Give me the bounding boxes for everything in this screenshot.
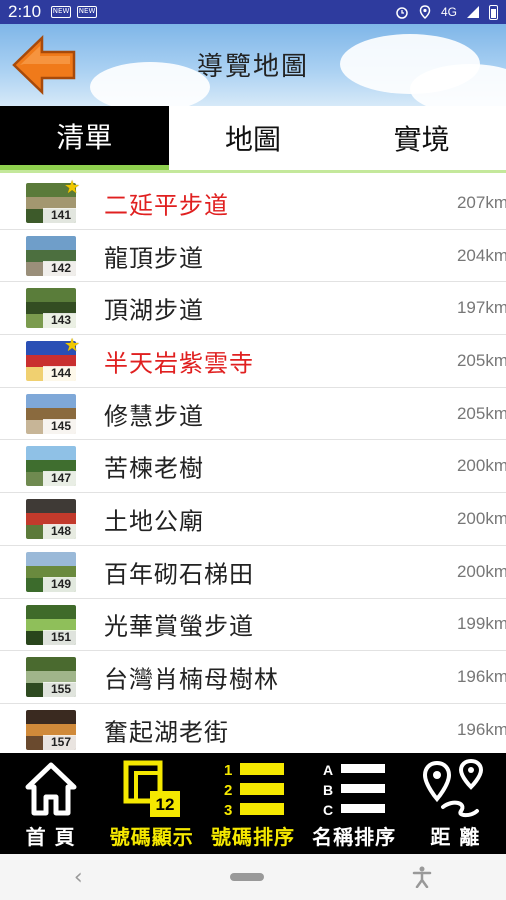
list-item[interactable]: 149 百年砌石梯田 200km bbox=[0, 546, 506, 599]
system-nav-bar: ‹ bbox=[0, 854, 506, 900]
tab-bar: 清單 地圖 實境 bbox=[0, 106, 506, 170]
number-display-button[interactable]: 12 號碼顯示 bbox=[101, 753, 202, 854]
thumbnail-image: 151 bbox=[26, 604, 76, 645]
item-number: 155 bbox=[42, 682, 76, 698]
attraction-list: 141 ★ 二延平步道 207km 142 龍頂步道 204km 143 頂湖步道 197km 14… bbox=[0, 177, 506, 757]
item-distance: 200km bbox=[456, 561, 506, 581]
list-item[interactable]: 157 奮起湖老街 196km bbox=[0, 704, 506, 757]
item-distance: 204km bbox=[456, 245, 506, 265]
number-badge: 12 bbox=[155, 795, 174, 814]
list-item[interactable]: 148 土地公廟 200km bbox=[0, 493, 506, 546]
list-item[interactable]: 144 ★ 半天岩紫雲寺 205km bbox=[0, 335, 506, 388]
sort-letter: C bbox=[323, 802, 333, 818]
thumbnail-image: 145 bbox=[26, 393, 76, 434]
thumbnail-image: 143 bbox=[26, 288, 76, 329]
nav-back-icon[interactable]: ‹ bbox=[74, 865, 83, 890]
thumbnail-image: 149 bbox=[26, 551, 76, 592]
sort-letter: B bbox=[323, 782, 333, 798]
tab-list[interactable]: 清單 bbox=[0, 106, 169, 170]
list-item[interactable]: 142 龍頂步道 204km bbox=[0, 230, 506, 283]
status-bar: 2:10 NEW NEW 4G bbox=[0, 0, 506, 24]
page-title: 導覽地圖 bbox=[196, 52, 309, 82]
tab-divider bbox=[0, 170, 506, 173]
sort-letter: A bbox=[323, 762, 333, 778]
item-distance: 196km bbox=[456, 667, 506, 687]
number-display-label: 號碼顯示 bbox=[109, 825, 194, 849]
item-number: 144 bbox=[42, 366, 76, 382]
item-number: 142 bbox=[42, 260, 76, 276]
location-icon bbox=[419, 5, 431, 19]
number-sort-label: 號碼排序 bbox=[210, 825, 295, 849]
thumbnail-image: 148 bbox=[26, 499, 76, 540]
item-distance: 207km bbox=[456, 192, 506, 212]
distance-icon bbox=[423, 759, 484, 818]
star-icon: ★ bbox=[64, 335, 81, 357]
name-sort-button[interactable]: A B C 名稱排序 bbox=[304, 753, 405, 854]
item-number: 143 bbox=[42, 313, 76, 329]
item-number: 141 bbox=[42, 208, 76, 223]
item-distance: 205km bbox=[456, 403, 506, 423]
item-name: 苦楝老樹 bbox=[104, 454, 204, 483]
tab-live-view[interactable]: 實境 bbox=[337, 106, 506, 170]
item-distance: 200km bbox=[456, 456, 506, 476]
item-name: 百年砌石梯田 bbox=[104, 560, 254, 589]
item-name: 奮起湖老街 bbox=[104, 718, 229, 747]
sort-digit: 2 bbox=[224, 782, 232, 799]
home-label: 首 頁 bbox=[25, 825, 76, 849]
nav-home-icon[interactable] bbox=[230, 873, 265, 881]
list-item[interactable]: 155 台灣肖楠母樹林 196km bbox=[0, 651, 506, 704]
notification-icon: NEW bbox=[77, 6, 98, 18]
list-item[interactable]: 145 修慧步道 205km bbox=[0, 388, 506, 441]
distance-label: 距 離 bbox=[430, 825, 481, 849]
home-icon bbox=[25, 762, 77, 816]
thumbnail-image: 157 bbox=[26, 709, 76, 750]
item-name: 土地公廟 bbox=[104, 507, 204, 536]
star-icon: ★ bbox=[64, 177, 81, 198]
item-name: 頂湖步道 bbox=[104, 296, 204, 325]
item-name: 台灣肖楠母樹林 bbox=[104, 665, 279, 694]
item-number: 145 bbox=[42, 418, 76, 434]
list-item[interactable]: 141 ★ 二延平步道 207km bbox=[0, 177, 506, 230]
item-name: 光華賞螢步道 bbox=[104, 612, 254, 641]
list-item[interactable]: 151 光華賞螢步道 199km bbox=[0, 599, 506, 652]
item-distance: 199km bbox=[456, 614, 506, 634]
item-distance: 205km bbox=[456, 350, 506, 370]
list-item[interactable]: 143 頂湖步道 197km bbox=[0, 282, 506, 336]
number-sort-button[interactable]: 1 2 3 號碼排序 bbox=[202, 753, 303, 854]
sort-digit: 1 bbox=[224, 762, 232, 779]
sort-digit: 3 bbox=[224, 802, 232, 819]
alarm-icon bbox=[396, 7, 408, 19]
battery-icon bbox=[489, 4, 498, 20]
item-number: 149 bbox=[42, 576, 76, 592]
thumbnail-image: 142 bbox=[26, 235, 76, 276]
distance-sort-button[interactable]: 距 離 bbox=[405, 753, 506, 854]
thumbnail-image: 147 bbox=[26, 446, 76, 487]
bottom-toolbar: 首 頁 12 號碼顯示 1 2 3 號碼排序 A B C 名稱排序 距 離 bbox=[0, 753, 506, 854]
item-distance: 200km bbox=[456, 508, 506, 528]
network-type: 4G bbox=[440, 5, 457, 19]
item-number: 151 bbox=[42, 629, 76, 645]
status-time: 2:10 bbox=[8, 2, 42, 21]
item-distance: 196km bbox=[456, 719, 506, 739]
signal-icon bbox=[467, 6, 479, 18]
item-name: 龍頂步道 bbox=[104, 244, 204, 273]
home-button[interactable]: 首 頁 bbox=[0, 753, 101, 854]
accessibility-icon[interactable] bbox=[412, 866, 432, 888]
item-number: 148 bbox=[42, 524, 76, 540]
list-item[interactable]: 147 苦楝老樹 200km bbox=[0, 440, 506, 494]
item-name: 二延平步道 bbox=[104, 191, 229, 220]
tab-map[interactable]: 地圖 bbox=[169, 106, 338, 170]
number-sort-icon: 1 2 3 bbox=[224, 762, 284, 819]
item-name: 修慧步道 bbox=[104, 402, 204, 431]
name-sort-label: 名稱排序 bbox=[312, 825, 397, 849]
notification-icon: NEW bbox=[51, 6, 72, 18]
header: 導覽地圖 bbox=[0, 24, 506, 106]
item-number: 147 bbox=[42, 471, 76, 487]
item-distance: 197km bbox=[456, 298, 506, 318]
thumbnail-image: 155 bbox=[26, 657, 76, 698]
item-name: 半天岩紫雲寺 bbox=[104, 349, 254, 378]
item-number: 157 bbox=[42, 734, 76, 750]
name-sort-icon: A B C bbox=[323, 762, 386, 818]
number-display-icon: 12 bbox=[123, 760, 180, 817]
